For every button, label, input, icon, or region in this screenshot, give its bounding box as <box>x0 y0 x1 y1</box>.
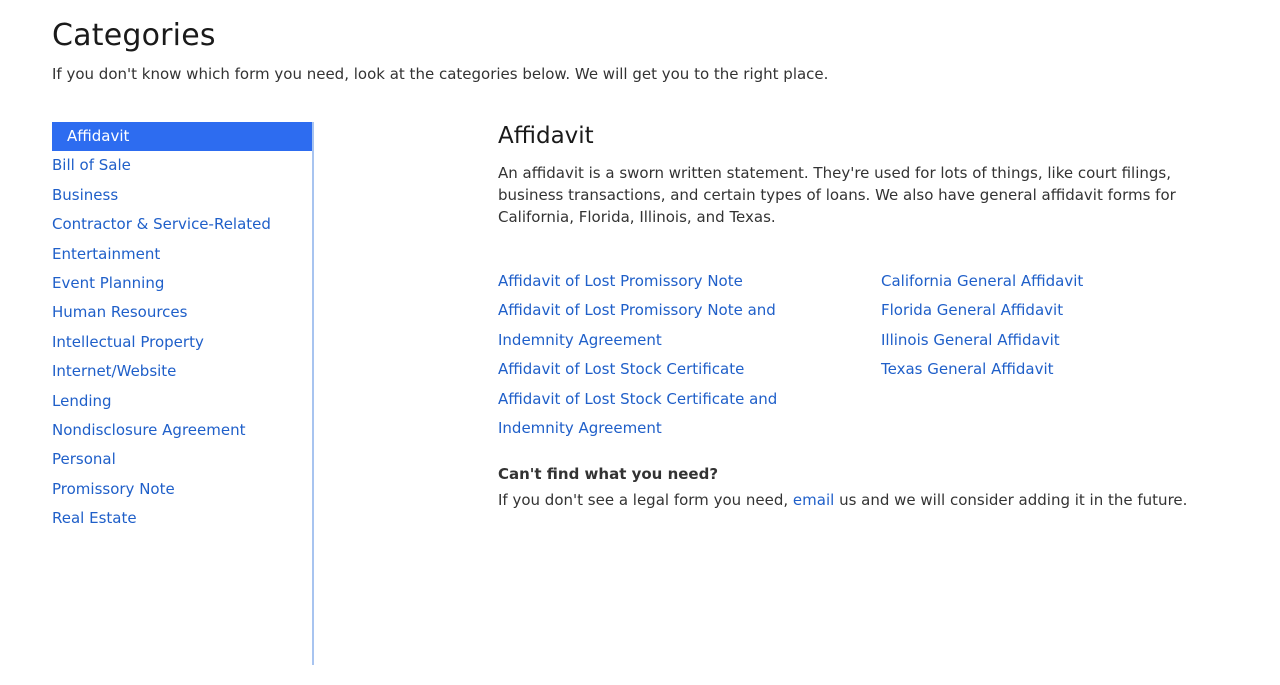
form-link-illinois-affidavit[interactable]: Illinois General Affidavit <box>881 326 1211 355</box>
sidebar-item-contractor[interactable]: Contractor & Service-Related <box>52 210 312 239</box>
forms-column-right: California General Affidavit Florida Gen… <box>881 267 1211 385</box>
category-list: Affidavit Bill of Sale Business Contract… <box>52 122 312 533</box>
sidebar-item-business[interactable]: Business <box>52 181 312 210</box>
list-item: Affidavit of Lost Stock Certificate <box>498 355 838 384</box>
list-item: Illinois General Affidavit <box>881 326 1211 355</box>
form-link-lost-stock-certificate-indemnity[interactable]: Affidavit of Lost Stock Certificate and … <box>498 385 838 444</box>
sidebar-item-intellectual-property[interactable]: Intellectual Property <box>52 328 312 357</box>
content-description: An affidavit is a sworn written statemen… <box>498 164 1176 226</box>
category-content: Affidavit An affidavit is a sworn writte… <box>498 120 1238 511</box>
help-text: If you don't see a legal form you need, … <box>498 489 1238 511</box>
sidebar-item-personal[interactable]: Personal <box>52 445 312 474</box>
forms-column-left: Affidavit of Lost Promissory Note Affida… <box>498 267 838 443</box>
list-item: Affidavit of Lost Stock Certificate and … <box>498 385 838 444</box>
sidebar-item-event-planning[interactable]: Event Planning <box>52 269 312 298</box>
email-link[interactable]: email <box>793 491 834 509</box>
list-item: Texas General Affidavit <box>881 355 1211 384</box>
sidebar-item-promissory-note[interactable]: Promissory Note <box>52 475 312 504</box>
list-item: Florida General Affidavit <box>881 296 1211 325</box>
list-item: California General Affidavit <box>881 267 1211 296</box>
category-sidebar: Affidavit Bill of Sale Business Contract… <box>52 122 314 665</box>
help-text-after: us and we will consider adding it in the… <box>834 491 1188 509</box>
sidebar-item-internet-website[interactable]: Internet/Website <box>52 357 312 386</box>
form-link-california-affidavit[interactable]: California General Affidavit <box>881 267 1211 296</box>
form-link-florida-affidavit[interactable]: Florida General Affidavit <box>881 296 1211 325</box>
form-link-lost-promissory-note-indemnity[interactable]: Affidavit of Lost Promissory Note and In… <box>498 296 838 355</box>
list-item: Affidavit of Lost Promissory Note and In… <box>498 296 838 355</box>
sidebar-item-affidavit[interactable]: Affidavit <box>52 122 312 152</box>
sidebar-item-real-estate[interactable]: Real Estate <box>52 504 312 533</box>
form-link-lost-stock-certificate[interactable]: Affidavit of Lost Stock Certificate <box>498 355 838 384</box>
content-title: Affidavit <box>498 123 594 149</box>
forms-list: Affidavit of Lost Promissory Note Affida… <box>498 267 1238 443</box>
sidebar-item-entertainment[interactable]: Entertainment <box>52 240 312 269</box>
list-item: Affidavit of Lost Promissory Note <box>498 267 838 296</box>
help-title: Can't find what you need? <box>498 465 719 483</box>
page-intro: If you don't know which form you need, l… <box>52 65 829 83</box>
sidebar-item-lending[interactable]: Lending <box>52 387 312 416</box>
sidebar-item-bill-of-sale[interactable]: Bill of Sale <box>52 151 312 180</box>
page-title: Categories <box>52 18 216 53</box>
sidebar-item-human-resources[interactable]: Human Resources <box>52 298 312 327</box>
form-link-lost-promissory-note[interactable]: Affidavit of Lost Promissory Note <box>498 267 838 296</box>
help-text-before: If you don't see a legal form you need, <box>498 491 793 509</box>
form-link-texas-affidavit[interactable]: Texas General Affidavit <box>881 355 1211 384</box>
page: Categories If you don't know which form … <box>0 0 1280 685</box>
sidebar-item-nondisclosure[interactable]: Nondisclosure Agreement <box>52 416 312 445</box>
